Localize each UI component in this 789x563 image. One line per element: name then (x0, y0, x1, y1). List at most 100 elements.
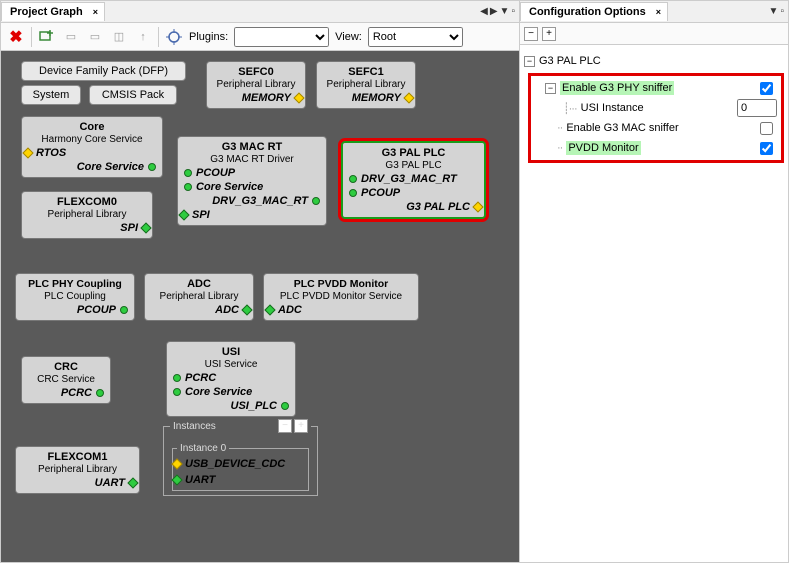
block-pal-plc[interactable]: G3 PAL PLC G3 PAL PLC DRV_G3_MAC_RT PCOU… (341, 141, 486, 219)
collapse-all-icon[interactable]: − (524, 27, 538, 41)
port-uart[interactable]: UART (22, 477, 133, 489)
block-title: PLC PHY Coupling (22, 278, 128, 290)
delete-icon[interactable]: ✖ (7, 28, 25, 46)
block-flexcom1[interactable]: FLEXCOM1 Peripheral Library UART (15, 446, 140, 494)
port-pcoup[interactable]: PCOUP (184, 167, 320, 179)
port-dot-icon (120, 306, 128, 314)
port-pcrc[interactable]: PCRC (173, 372, 289, 384)
usi-instance-input[interactable] (737, 99, 777, 117)
expand-all-icon[interactable]: + (542, 27, 556, 41)
mac-sniffer-checkbox[interactable] (760, 122, 773, 135)
left-tab-bar: Project Graph × ◀ ▶ ▼ ▫ (1, 1, 519, 23)
tree-root[interactable]: − G3 PAL PLC (524, 51, 784, 71)
up-arrow-icon[interactable]: ↑ (134, 28, 152, 46)
opt-phy-sniffer[interactable]: − Enable G3 PHY sniffer (533, 78, 779, 98)
port-memory[interactable]: MEMORY (213, 92, 299, 104)
port-adc[interactable]: ADC (270, 304, 412, 316)
plugins-select[interactable] (234, 27, 329, 47)
port-spi[interactable]: SPI (184, 209, 320, 221)
expand-icon[interactable]: − (545, 83, 556, 94)
port-dot-icon (184, 169, 192, 177)
port-adc[interactable]: ADC (151, 304, 247, 316)
config-toolbar: − + (520, 23, 788, 45)
port-out[interactable]: G3 PAL PLC (349, 201, 478, 213)
block-sub: CRC Service (28, 374, 104, 385)
tab-max-icon[interactable]: ▫ (780, 6, 784, 17)
diamond-icon (127, 477, 138, 488)
tab-next-icon[interactable]: ▶ (490, 6, 498, 17)
system-button[interactable]: System (21, 85, 81, 105)
remove-instance-icon[interactable]: − (278, 419, 292, 433)
block-pvdd[interactable]: PLC PVDD Monitor PLC PVDD Monitor Servic… (263, 273, 419, 321)
align-right-icon[interactable]: ▭ (86, 28, 104, 46)
opt-usi-instance[interactable]: ┊··· USI Instance (533, 98, 779, 118)
port-dot-icon (96, 389, 104, 397)
block-sefc1[interactable]: SEFC1 Peripheral Library MEMORY (316, 61, 416, 109)
block-sub: PLC PVDD Monitor Service (270, 291, 412, 302)
right-tab-bar: Configuration Options × ▼ ▫ (520, 1, 788, 23)
tab-dropdown-icon[interactable]: ▼ (769, 6, 779, 17)
tab-project-graph[interactable]: Project Graph × (1, 2, 105, 21)
port-pcoup[interactable]: PCOUP (349, 187, 478, 199)
close-icon[interactable]: × (93, 7, 98, 17)
port-pcoup[interactable]: PCOUP (22, 304, 128, 316)
new-block-icon[interactable] (38, 28, 56, 46)
rotate-icon[interactable]: ◫ (110, 28, 128, 46)
pvdd-checkbox[interactable] (760, 142, 773, 155)
port-dot-icon (173, 388, 181, 396)
port-drv[interactable]: DRV_G3_MAC_RT (349, 173, 478, 185)
port-rtos[interactable]: RTOS (28, 147, 156, 159)
port-pcrc[interactable]: PCRC (28, 387, 104, 399)
target-icon[interactable] (165, 28, 183, 46)
block-usi[interactable]: USI USI Service PCRC Core Service USI_PL… (166, 341, 296, 417)
project-graph-pane: Project Graph × ◀ ▶ ▼ ▫ ✖ ▭ ▭ ◫ ↑ Plugin… (1, 1, 520, 562)
align-left-icon[interactable]: ▭ (62, 28, 80, 46)
block-flexcom0[interactable]: FLEXCOM0 Peripheral Library SPI (21, 191, 153, 239)
tab-max-icon[interactable]: ▫ (511, 6, 515, 17)
port-spi[interactable]: SPI (28, 222, 146, 234)
instances-label: Instances (173, 421, 216, 432)
opt-pvdd[interactable]: ·· PVDD Monitor (533, 138, 779, 158)
close-icon[interactable]: × (656, 7, 661, 17)
port-drv-out[interactable]: DRV_G3_MAC_RT (184, 195, 320, 207)
block-title: ADC (151, 278, 247, 290)
opt-mac-sniffer[interactable]: ·· Enable G3 MAC sniffer (533, 118, 779, 138)
port-memory[interactable]: MEMORY (323, 92, 409, 104)
graph-canvas[interactable]: Device Family Pack (DFP) System CMSIS Pa… (1, 51, 519, 562)
view-select[interactable]: Root (368, 27, 463, 47)
graph-toolbar: ✖ ▭ ▭ ◫ ↑ Plugins: View: Root (1, 23, 519, 51)
diamond-icon (171, 474, 182, 485)
block-title: FLEXCOM1 (22, 451, 133, 463)
dfp-button[interactable]: Device Family Pack (DFP) (21, 61, 186, 81)
port-uart[interactable]: UART (177, 474, 304, 486)
block-title: CRC (28, 361, 104, 373)
phy-sniffer-checkbox[interactable] (760, 82, 773, 95)
block-sefc0[interactable]: SEFC0 Peripheral Library MEMORY (206, 61, 306, 109)
block-title: G3 PAL PLC (349, 147, 478, 159)
tab-dropdown-icon[interactable]: ▼ (500, 6, 510, 17)
port-dot-icon (148, 163, 156, 171)
block-sub: G3 MAC RT Driver (184, 154, 320, 165)
diamond-icon (22, 147, 33, 158)
port-dot-icon (173, 374, 181, 382)
block-mac-rt[interactable]: G3 MAC RT G3 MAC RT Driver PCOUP Core Se… (177, 136, 327, 226)
port-core-service[interactable]: Core Service (184, 181, 320, 193)
port-core-service[interactable]: Core Service (28, 161, 156, 173)
block-core[interactable]: Core Harmony Core Service RTOS Core Serv… (21, 116, 163, 178)
port-core-service[interactable]: Core Service (173, 386, 289, 398)
block-coupling[interactable]: PLC PHY Coupling PLC Coupling PCOUP (15, 273, 135, 321)
block-adc[interactable]: ADC Peripheral Library ADC (144, 273, 254, 321)
expand-icon[interactable]: − (524, 56, 535, 67)
add-instance-icon[interactable]: + (294, 419, 308, 433)
block-sub: Peripheral Library (213, 79, 299, 90)
cmsis-button[interactable]: CMSIS Pack (89, 85, 177, 105)
tab-prev-icon[interactable]: ◀ (480, 6, 488, 17)
port-usb-cdc[interactable]: USB_DEVICE_CDC (177, 458, 304, 470)
tab-config-options[interactable]: Configuration Options × (520, 2, 668, 21)
block-title: SEFC1 (323, 66, 409, 78)
block-crc[interactable]: CRC CRC Service PCRC (21, 356, 111, 404)
port-usi-plc[interactable]: USI_PLC (173, 400, 289, 412)
tab-nav-tools: ▼ ▫ (769, 6, 788, 17)
diamond-icon (140, 222, 151, 233)
block-title: Core (28, 121, 156, 133)
